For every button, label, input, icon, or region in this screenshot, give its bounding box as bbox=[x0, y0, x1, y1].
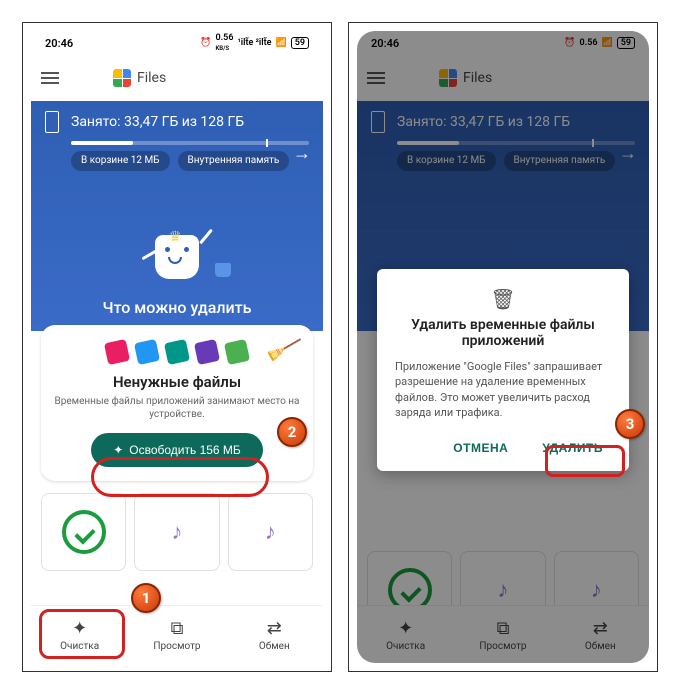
screenshot-1: 20:46 ⏰ 0.56KB/S ¹ilt̃e ²ilt̃e 📶 59 File… bbox=[22, 22, 332, 672]
nav-share[interactable]: ⇄ Обмен bbox=[226, 606, 323, 663]
nav-share-label: Обмен bbox=[259, 641, 290, 652]
step-marker-3: 3 bbox=[615, 409, 645, 439]
step-marker-2: 2 bbox=[277, 417, 307, 447]
folder-search-icon: ⧉ bbox=[171, 618, 184, 639]
highlight-nav-clean bbox=[39, 609, 125, 659]
screenshot-2: 20:46 ⏰ 0.56 📶 59 Files Занято: 33,47 ГБ… bbox=[348, 22, 658, 672]
highlight-delete-button bbox=[545, 445, 625, 477]
card-title: Ненужные файлы bbox=[53, 373, 301, 391]
device-icon bbox=[45, 111, 59, 133]
share-icon: ⇄ bbox=[267, 618, 282, 639]
music-note-icon: ♪ bbox=[171, 519, 182, 545]
chevron-right-icon[interactable]: → bbox=[293, 143, 311, 164]
step-marker-1: 1 bbox=[131, 583, 161, 613]
storage-usage-text: Занято: 33,47 ГБ из 128 ГБ bbox=[71, 114, 244, 130]
status-time: 20:46 bbox=[45, 37, 73, 50]
hamburger-icon[interactable] bbox=[41, 69, 65, 87]
card-subtitle: Временные файлы приложений занимают мест… bbox=[53, 395, 301, 421]
app-bar: Files bbox=[31, 55, 323, 101]
status-bar: 20:46 ⏰ 0.56KB/S ¹ilt̃e ²ilt̃e 📶 59 bbox=[31, 31, 323, 55]
storage-progress-bar bbox=[71, 141, 309, 145]
sparkle-icon: ✦ bbox=[113, 443, 123, 457]
free-up-label: Освободить 156 МБ bbox=[129, 443, 241, 457]
highlight-free-button bbox=[91, 457, 269, 497]
mascot-icon: ♛ bbox=[147, 223, 207, 283]
thumb-audio-2[interactable]: ♪ bbox=[228, 493, 313, 571]
thumb-app[interactable] bbox=[41, 493, 126, 571]
app-name: Files bbox=[137, 70, 166, 86]
cancel-button[interactable]: ОТМЕНА bbox=[445, 435, 516, 461]
files-logo-icon bbox=[113, 69, 131, 87]
delete-confirm-dialog: 🗑 Удалить временные файлы приложений При… bbox=[377, 269, 629, 471]
suggestion-thumbnails: ♪ ♪ bbox=[41, 493, 313, 571]
dialog-body: Приложение "Google Files" запрашивает ра… bbox=[395, 359, 611, 421]
app-logo: Files bbox=[113, 69, 166, 87]
storage-hero: Занято: 33,47 ГБ из 128 ГБ → В корзине 1… bbox=[31, 101, 323, 331]
phone-screen: 20:46 ⏰ 0.56 📶 59 Files Занято: 33,47 ГБ… bbox=[357, 31, 649, 663]
sber-icon bbox=[62, 510, 106, 554]
status-icons: ⏰ 0.56KB/S ¹ilt̃e ²ilt̃e 📶 59 bbox=[200, 33, 309, 53]
nav-browse-label: Просмотр bbox=[153, 641, 200, 652]
chip-internal[interactable]: Внутренняя память bbox=[178, 151, 290, 171]
hero-title: Что можно удалить bbox=[31, 298, 323, 317]
dialog-title: Удалить временные файлы приложений bbox=[395, 317, 611, 349]
thumb-audio-1[interactable]: ♪ bbox=[134, 493, 219, 571]
nav-browse[interactable]: ⧉ Просмотр bbox=[128, 606, 225, 663]
broom-icon: 🧹 bbox=[263, 331, 302, 368]
phone-screen: 20:46 ⏰ 0.56KB/S ¹ilt̃e ²ilt̃e 📶 59 File… bbox=[31, 31, 323, 663]
music-note-icon: ♪ bbox=[265, 519, 276, 545]
trash-icon: 🗑 bbox=[395, 287, 611, 311]
chip-trash[interactable]: В корзине 12 МБ bbox=[71, 151, 170, 171]
